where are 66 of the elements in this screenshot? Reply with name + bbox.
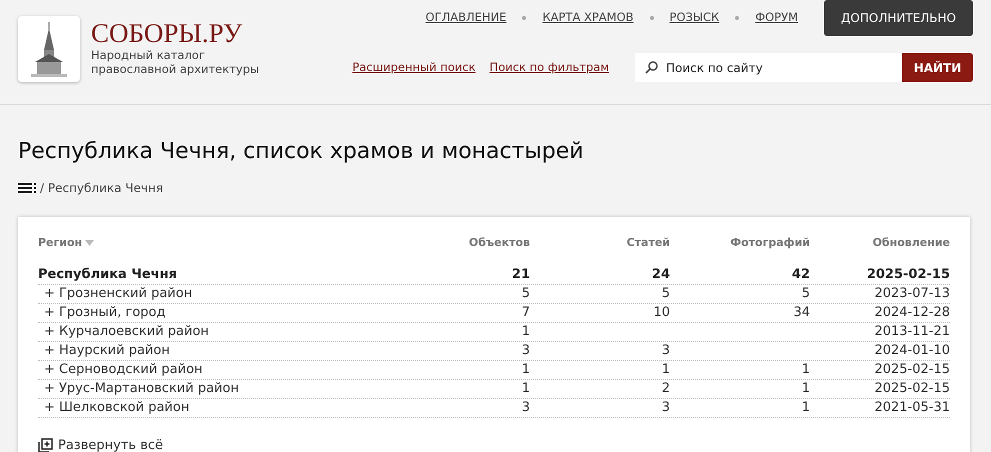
table-cell: 10: [653, 305, 670, 320]
nav-link[interactable]: ФОРУМ: [755, 9, 798, 27]
table-cell: 7: [522, 305, 530, 320]
table-cell: 2024-12-28: [874, 305, 950, 320]
table-cell: 3: [662, 400, 670, 416]
table-cell: 1: [522, 324, 530, 340]
region-link[interactable]: Урус-Мартановский район: [59, 379, 239, 399]
expand-toggle[interactable]: +: [38, 322, 59, 342]
table-cell: 3: [522, 400, 530, 416]
table-cell: 1: [522, 381, 530, 396]
site-tagline: Народный каталог православной архитектуры: [91, 48, 260, 76]
table-cell: 2024-01-10: [874, 343, 950, 358]
column-header[interactable]: Регион: [38, 234, 82, 252]
table-cell: 2023-07-13: [874, 286, 950, 302]
logo-background[interactable]: [18, 16, 80, 82]
table-cell: 2025-02-15: [874, 381, 950, 396]
table-cell: 3: [522, 343, 530, 358]
nav-link[interactable]: КАРТА ХРАМОВ: [542, 9, 634, 27]
table-cell: 24: [652, 267, 670, 282]
table-cell: 34: [793, 305, 810, 320]
column-header[interactable]: Обновление: [872, 236, 950, 249]
table-cell: 21: [512, 267, 530, 282]
table-cell: 1: [802, 400, 810, 416]
table-cell: 1: [802, 362, 810, 378]
menu-icon[interactable]: [18, 182, 38, 194]
expand-toggle[interactable]: +: [38, 284, 59, 304]
site-name[interactable]: СОБОРЫ.РУ: [91, 18, 291, 48]
table-cell: 2013-11-21: [874, 324, 950, 340]
region-link[interactable]: Курчалоевский район: [59, 322, 209, 342]
region-link[interactable]: Республика Чечня: [38, 265, 177, 285]
nav-link[interactable]: ОГЛАВЛЕНИЕ: [426, 9, 506, 27]
table-cell: 1: [662, 362, 670, 378]
region-link[interactable]: Серноводский район: [59, 360, 203, 380]
table-cell: 2025-02-15: [866, 267, 950, 282]
table-cell: 1: [522, 362, 530, 378]
expand-toggle[interactable]: +: [38, 360, 59, 380]
region-link[interactable]: Грозный, город: [59, 303, 166, 323]
search-link[interactable]: Поиск по фильтрам: [490, 58, 609, 76]
column-header[interactable]: Объектов: [468, 236, 530, 249]
region-link[interactable]: Наурский район: [59, 341, 170, 361]
table-cell: 1: [802, 381, 810, 396]
expand-toggle[interactable]: +: [38, 398, 59, 418]
search-link[interactable]: Расширенный поиск: [352, 58, 476, 76]
region-link[interactable]: Шелковской район: [59, 398, 190, 418]
nav-link[interactable]: РОЗЫСК: [670, 9, 720, 27]
table-cell: 42: [792, 267, 810, 282]
expand-toggle[interactable]: +: [38, 303, 59, 323]
table-cell: 2: [662, 381, 670, 396]
search-field[interactable]: Поиск по сайту: [635, 53, 902, 82]
table-cell: 3: [662, 343, 670, 358]
breadcrumb: / Республика Чечня: [40, 180, 164, 197]
table-cell: 2021-05-31: [874, 400, 950, 416]
region-link[interactable]: Грозненский район: [59, 284, 192, 304]
search-button[interactable]: НАЙТИ: [902, 53, 973, 82]
table-cell: 5: [662, 286, 670, 302]
page-title: Республика Чечня, список храмов и монастырей: [18, 138, 585, 166]
column-header[interactable]: Статей: [626, 236, 670, 249]
expand-toggle[interactable]: +: [38, 379, 59, 399]
expand-all-button[interactable]: Развернуть всё: [38, 436, 163, 452]
more-button[interactable]: ДОПОЛНИТЕЛЬНО: [824, 0, 973, 36]
table-cell: 2025-02-15: [874, 362, 950, 378]
expand-toggle[interactable]: +: [38, 341, 59, 361]
table-cell: 5: [522, 286, 530, 302]
table-cell: 5: [802, 286, 810, 302]
expand-all-icon: [38, 438, 53, 452]
column-header[interactable]: Фотографий: [730, 236, 810, 249]
